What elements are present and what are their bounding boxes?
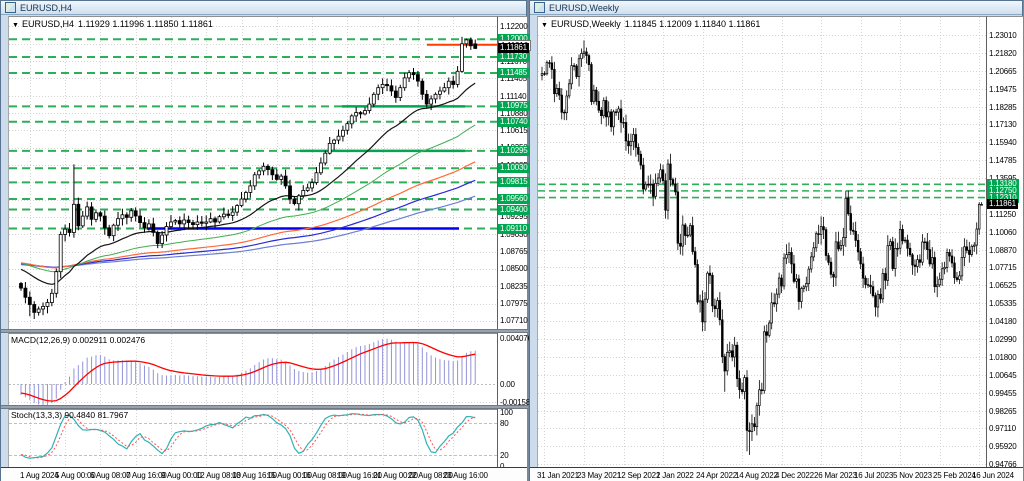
time-tick-label: 25 Feb 2024 — [933, 471, 976, 480]
time-tick-label: 16 Jul 2023 — [854, 471, 893, 480]
price-tick-label: 1.00645 — [989, 371, 1017, 380]
h4-price-plot[interactable] — [8, 16, 497, 329]
price-level-badge: 1.09560 — [498, 194, 530, 204]
price-level-badge: 1.10030 — [498, 163, 530, 173]
price-tick-label: 1.14785 — [989, 156, 1017, 165]
price-tick-label: 1.07710 — [500, 316, 528, 325]
pane-splitter[interactable] — [1, 405, 528, 409]
price-tick-label: 0.98265 — [989, 407, 1017, 416]
window-titlebar[interactable]: EURUSD,Weekly — [530, 1, 1022, 15]
time-tick-label: 5 Nov 2023 — [893, 471, 932, 480]
price-tick-label: 1.17130 — [989, 120, 1017, 129]
time-tick-label: 14 Aug 2022 — [735, 471, 778, 480]
price-tick-label: 1.07975 — [500, 299, 528, 308]
price-tick-label: 1.08235 — [500, 282, 528, 291]
price-level-badge: 1.10740 — [498, 117, 530, 127]
time-tick-label: 23 Aug 16:00 — [443, 471, 488, 480]
macd-label: MACD(12,26,9) 0.002911 0.002476 — [11, 335, 145, 345]
time-tick-label: 31 Jan 2021 — [537, 471, 579, 480]
price-tick-label: 1.10060 — [989, 228, 1017, 237]
price-tick-label: 1.08765 — [500, 247, 528, 256]
time-tick-label: 16 Jun 2024 — [972, 471, 1014, 480]
time-axis[interactable]: 1 Aug 20245 Aug 00:006 Aug 08:007 Aug 16… — [1, 467, 527, 481]
time-tick-label: 4 Dec 2022 — [775, 471, 814, 480]
ohlc-info-line: ▼EURUSD,Weekly 1.11845 1.12009 1.11840 1.… — [541, 19, 764, 29]
price-axis: 1.122001.116701.114051.111401.108801.106… — [497, 16, 527, 467]
window-titlebar[interactable]: EURUSD,H4 — [1, 1, 526, 15]
time-tick-label: 24 Apr 2022 — [696, 471, 737, 480]
chart-window-eurusd-weekly: EURUSD,Weekly ▼EURUSD,Weekly1.11845 1.12… — [529, 0, 1023, 481]
price-tick-label: 1.18285 — [989, 103, 1017, 112]
pane-splitter[interactable] — [1, 329, 528, 333]
price-level-badge: 1.10295 — [498, 146, 530, 156]
stoch-label: Stoch(13,3,3) 90.4840 81.7967 — [11, 410, 128, 420]
price-tick-label: 1.08500 — [500, 264, 528, 273]
info-ohlc-values: 1.11929 1.11996 1.11850 1.11861 — [78, 19, 213, 29]
price-level-badge: 1.10975 — [498, 101, 530, 111]
time-tick-label: 1 Aug 2024 — [20, 471, 59, 480]
time-tick-label: 2 Jan 2022 — [656, 471, 694, 480]
price-tick-label: 0.97110 — [989, 424, 1016, 433]
price-tick-label: 1.05335 — [989, 299, 1017, 308]
price-tick-label: 1.23010 — [989, 31, 1017, 40]
price-level-badge: 1.09400 — [498, 205, 530, 215]
weekly-price-plot[interactable] — [537, 16, 986, 467]
time-tick-label: 26 Mar 2023 — [814, 471, 857, 480]
price-tick-label: 1.11250 — [989, 210, 1016, 219]
price-tick-label: 0.99455 — [989, 389, 1017, 398]
time-tick-label: 6 Aug 08:00 — [90, 471, 131, 480]
stoch-tick-label: 100 — [500, 408, 513, 417]
price-tick-label: 1.07715 — [989, 263, 1017, 272]
symbol-expander-icon[interactable]: ▼ — [12, 22, 19, 29]
price-tick-label: 1.02990 — [989, 335, 1017, 344]
time-tick-label: 12 Sep 2021 — [617, 471, 660, 480]
info-ohlc-values: 1.11845 1.12009 1.11840 1.11861 — [625, 19, 761, 29]
stoch-tick-label: 20 — [500, 451, 509, 460]
info-symbol: EURUSD,Weekly — [551, 19, 621, 29]
price-tick-label: 1.12200 — [500, 22, 528, 31]
price-tick-label: 1.08870 — [989, 246, 1017, 255]
price-tick-label: 1.06525 — [989, 281, 1017, 290]
chart-window-eurusd-h4: EURUSD,H4 ▼EURUSD,H41.11929 1.11996 1.11… — [0, 0, 527, 481]
price-level-badge: 1.11730 — [498, 52, 529, 62]
current-price-badge: 1.11861 — [987, 199, 1018, 209]
price-tick-label: 1.01800 — [989, 353, 1017, 362]
price-tick-label: 1.20665 — [989, 67, 1017, 76]
chart-window-icon — [5, 2, 16, 13]
weekly-candles-svg — [538, 17, 986, 467]
stoch-tick-label: 80 — [500, 419, 509, 428]
price-tick-label: 1.21820 — [989, 49, 1017, 58]
ohlc-info-line: ▼EURUSD,H4 1.11929 1.11996 1.11850 1.1186… — [12, 19, 217, 29]
macd-tick-label: 0.004076 — [500, 334, 532, 343]
h4-candles-svg — [9, 17, 497, 329]
price-tick-label: 1.04180 — [989, 317, 1017, 326]
time-tick-label: 23 May 2021 — [577, 471, 621, 480]
price-tick-label: 1.11140 — [500, 92, 526, 101]
current-price-badge: 1.11861 — [498, 43, 529, 53]
price-tick-label: 1.19475 — [989, 85, 1017, 94]
price-tick-label: 0.95920 — [989, 442, 1017, 451]
price-axis: 1.23010 1.21820 1.20665 1.19475 1.18285 1.171… — [986, 16, 1023, 467]
symbol-expander-icon[interactable]: ▼ — [541, 22, 548, 29]
macd-tick-label: 0.00 — [500, 380, 515, 389]
time-axis[interactable]: 31 Jan 202123 May 202112 Sep 20212 Jan 2… — [530, 467, 1023, 481]
price-tick-label: 1.15940 — [989, 138, 1017, 147]
price-level-badge: 1.11485 — [498, 68, 529, 78]
chart-window-icon — [534, 2, 545, 13]
info-symbol: EURUSD,H4 — [22, 19, 74, 29]
window-title: EURUSD,H4 — [20, 3, 72, 13]
price-tick-label: 1.10615 — [500, 126, 528, 135]
price-level-badge: 1.09110 — [498, 224, 529, 234]
price-level-badge: 1.09815 — [498, 177, 530, 187]
window-title: EURUSD,Weekly — [549, 3, 619, 13]
